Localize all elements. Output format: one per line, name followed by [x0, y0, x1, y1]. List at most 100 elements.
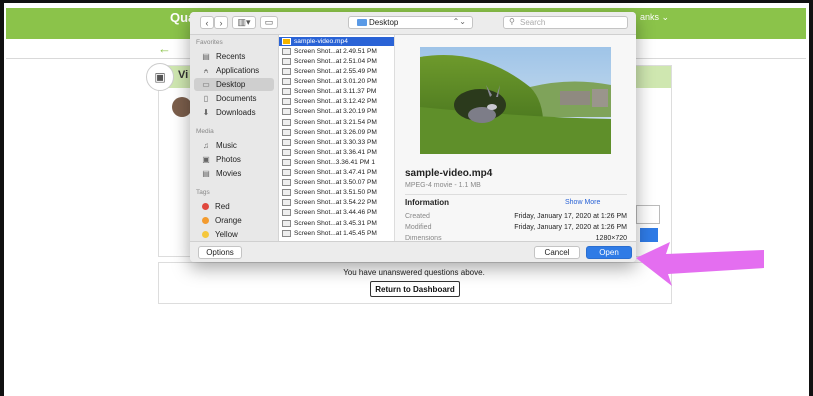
sidebar-item-music[interactable]: ♫ Music	[194, 139, 274, 152]
nav-back-icon[interactable]: ‹	[200, 16, 214, 29]
created-label: Created	[405, 213, 430, 220]
dimensions-label: Dimensions	[405, 235, 442, 240]
downloads-icon: ⬇	[202, 108, 210, 117]
favorites-header: Favorites	[196, 39, 223, 46]
file-row-selected[interactable]: sample-video.mp4	[279, 37, 394, 46]
image-file-icon	[282, 78, 291, 86]
image-icon: ▣	[146, 63, 174, 91]
image-file-icon	[282, 88, 291, 96]
file-row[interactable]: Screen Shot...at 3.36.41 PM	[279, 148, 394, 157]
sidebar-item-documents[interactable]: ▯ Documents	[194, 92, 274, 105]
file-row[interactable]: Screen Shot...at 3.51.50 PM	[279, 189, 394, 198]
sidebar-item-photos[interactable]: ▣ Photos	[194, 153, 274, 166]
sidebar-item-desktop[interactable]: ▭ Desktop	[194, 78, 274, 91]
dialog-sidebar: Favorites ▤ Recents ⍲ Applications ▭ Deskto…	[190, 35, 279, 241]
image-file-icon	[282, 158, 291, 166]
created-value: Friday, January 17, 2020 at 1:26 PM	[514, 213, 627, 220]
back-arrow-icon[interactable]: ←	[158, 41, 171, 56]
dimensions-value: 1280×720	[595, 235, 627, 240]
image-file-icon	[282, 98, 291, 106]
answer-input[interactable]	[636, 205, 660, 224]
modified-value: Friday, January 17, 2020 at 1:26 PM	[514, 224, 627, 231]
pointer-arrow-icon	[636, 242, 764, 286]
card-title: Vi	[178, 69, 189, 81]
options-button[interactable]: Options	[198, 246, 242, 259]
file-row[interactable]: Screen Shot...at 3.12.42 PM	[279, 98, 394, 107]
file-name: Screen Shot...at 3.20.19 PM	[294, 108, 377, 116]
file-row[interactable]: Screen Shot...at 3.50.07 PM	[279, 178, 394, 187]
avatar	[172, 97, 192, 117]
file-row[interactable]: Screen Shot...at 1.45.45 PM	[279, 229, 394, 238]
file-row[interactable]: Screen Shot...at 3.54.22 PM	[279, 199, 394, 208]
cancel-button[interactable]: Cancel	[534, 246, 580, 259]
nav-forward-icon[interactable]: ›	[214, 16, 228, 29]
file-name: Screen Shot...at 3.30.33 PM	[294, 138, 377, 146]
new-folder-icon[interactable]: ▭	[260, 16, 278, 29]
search-field[interactable]: ⚲ Search	[503, 16, 628, 29]
file-row[interactable]: Screen Shot...at 3.30.33 PM	[279, 138, 394, 147]
desktop-icon: ▭	[202, 80, 210, 89]
tag-red[interactable]: Red	[194, 200, 274, 213]
file-row[interactable]: Screen Shot...at 3.01.20 PM	[279, 77, 394, 86]
divider	[405, 194, 627, 195]
video-thumbnail	[420, 47, 611, 154]
image-file-icon	[282, 199, 291, 207]
file-row[interactable]: Screen Shot...3.36.41 PM 1	[279, 158, 394, 167]
file-row[interactable]: Screen Shot...at 3.44.46 PM	[279, 209, 394, 218]
file-row[interactable]: Screen Shot...at 2.49.51 PM	[279, 47, 394, 56]
file-row[interactable]: Screen Shot...at 3.47.41 PM	[279, 168, 394, 177]
file-row[interactable]: Screen Shot...at 2.55.49 PM	[279, 67, 394, 76]
file-open-dialog: ‹ › ▥▾ ▭ Desktop ⌃⌄ ⚲ Search Favorites ▤…	[190, 12, 636, 262]
file-row[interactable]: Screen Shot...at 3.20.19 PM	[279, 108, 394, 117]
file-row[interactable]: Screen Shot...at 3.45.31 PM	[279, 219, 394, 228]
image-file-icon	[282, 179, 291, 187]
open-button[interactable]: Open	[586, 246, 632, 259]
file-row[interactable]: Screen Shot...at 3.21.54 PM	[279, 118, 394, 127]
file-row[interactable]: Screen Shot...at 3.11.37 PM	[279, 88, 394, 97]
return-to-dashboard-button[interactable]: Return to Dashboard	[370, 281, 460, 297]
preview-file-name: sample-video.mp4	[405, 168, 493, 179]
music-icon: ♫	[203, 141, 209, 150]
file-name: Screen Shot...at 3.01.20 PM	[294, 78, 377, 86]
unanswered-message: You have unanswered questions above.	[343, 268, 485, 277]
view-options-icon[interactable]: ▥▾	[232, 16, 256, 29]
file-row[interactable]: Screen Shot...at 3.26.09 PM	[279, 128, 394, 137]
header-menu[interactable]: anks ⌄	[640, 12, 669, 23]
sidebar-item-applications[interactable]: ⍲ Applications	[194, 64, 274, 77]
folder-icon	[357, 19, 367, 26]
orange-dot-icon	[202, 217, 209, 224]
sidebar-item-movies[interactable]: ▤ Movies	[194, 167, 274, 180]
file-name: Screen Shot...at 3.51.50 PM	[294, 189, 377, 197]
media-header: Media	[196, 128, 214, 135]
image-file-icon	[282, 148, 291, 156]
file-name: Screen Shot...at 2.51.04 PM	[294, 57, 377, 65]
tag-yellow[interactable]: Yellow	[194, 228, 274, 241]
tags-header: Tags	[196, 189, 210, 196]
sidebar-item-recents[interactable]: ▤ Recents	[194, 50, 274, 63]
show-more-link[interactable]: Show More	[565, 199, 600, 206]
documents-icon: ▯	[203, 94, 209, 103]
modified-label: Modified	[405, 224, 432, 231]
file-list: sample-video.mp4 Screen Shot...at 2.49.51…	[279, 35, 395, 241]
location-select[interactable]: Desktop ⌃⌄	[348, 16, 473, 29]
file-row[interactable]: Screen Shot...at 2.51.04 PM	[279, 57, 394, 66]
file-name: Screen Shot...at 3.11.37 PM	[294, 88, 377, 96]
video-file-icon	[282, 37, 291, 45]
movies-icon: ▤	[202, 169, 210, 178]
search-icon: ⚲	[509, 17, 515, 26]
file-name: Screen Shot...at 3.26.09 PM	[294, 128, 377, 136]
sidebar-item-downloads[interactable]: ⬇ Downloads	[194, 106, 274, 119]
image-file-icon	[282, 169, 291, 177]
file-name: Screen Shot...3.36.41 PM 1	[294, 158, 376, 166]
file-name: Screen Shot...at 3.44.46 PM	[294, 209, 377, 217]
image-file-icon	[282, 57, 291, 65]
information-header: Information	[405, 198, 449, 207]
red-dot-icon	[202, 203, 209, 210]
image-file-icon	[282, 189, 291, 197]
file-name: sample-video.mp4	[294, 37, 348, 45]
tag-orange[interactable]: Orange	[194, 214, 274, 227]
preview-file-kind: MPEG-4 movie - 1.1 MB	[405, 182, 481, 189]
applications-icon: ⍲	[203, 65, 209, 75]
recents-icon: ▤	[202, 52, 210, 61]
updown-chevron-icon: ⌃⌄	[452, 17, 466, 26]
